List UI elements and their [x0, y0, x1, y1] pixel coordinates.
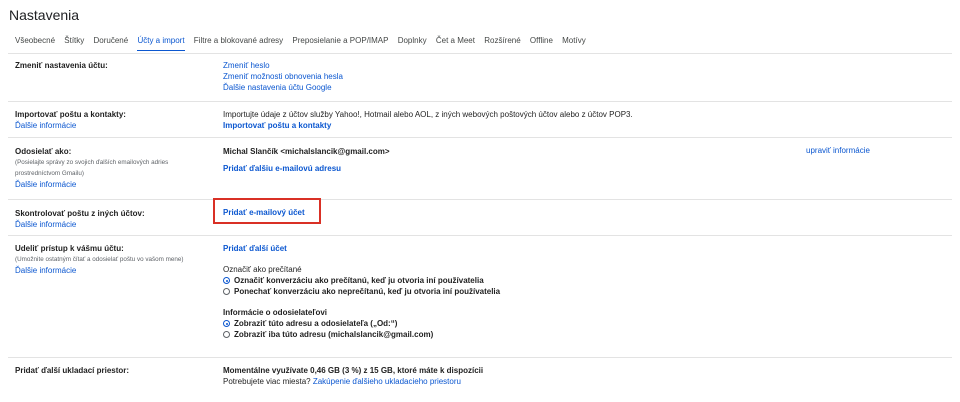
storage-more-prefix: Potrebujete viac miesta? — [223, 377, 311, 386]
grant-access-label: Udeliť prístup k vášmu účtu: (Umožnite o… — [15, 243, 184, 276]
radio-selected-icon[interactable] — [223, 320, 230, 327]
send-as-address: Michal Slančík <michalslancik@gmail.com> — [223, 147, 390, 156]
check-mail-learn-more-link[interactable]: Ďalšie informácie — [15, 219, 145, 230]
add-another-account-link[interactable]: Pridať ďalší účet — [223, 243, 500, 254]
import-mail-contacts-link[interactable]: Importovať poštu a kontakty — [223, 120, 633, 131]
mark-read-title: Označiť ako prečítané — [223, 265, 302, 274]
send-as-content: Michal Slančík <michalslancik@gmail.com>… — [223, 146, 390, 174]
tab-advanced[interactable]: Rozšírené — [484, 36, 520, 45]
storage-more: Potrebujete viac miesta? Zakúpenie ďalši… — [223, 376, 483, 387]
import-label: Importovať poštu a kontakty: Ďalšie info… — [15, 109, 126, 131]
divider — [8, 357, 952, 358]
send-as-sub-1: (Posielajte správy zo svojich ďalších em… — [15, 159, 169, 166]
change-recovery-link[interactable]: Zmeniť možnosti obnovenia hesla — [223, 71, 343, 82]
tab-forwarding[interactable]: Preposielanie a POP/IMAP — [292, 36, 388, 45]
tab-accounts-import[interactable]: Účty a import — [137, 36, 185, 51]
radio-selected-icon[interactable] — [223, 277, 230, 284]
mark-read-option-1-label: Ponechať konverzáciu ako neprečítanú, ke… — [234, 287, 501, 296]
import-learn-more-link[interactable]: Ďalšie informácie — [15, 120, 126, 131]
mark-read-option-0[interactable]: Označiť konverzáciu ako prečítanú, keď j… — [223, 275, 500, 286]
sender-info-option-1[interactable]: Zobraziť iba túto adresu (michalslancik@… — [223, 329, 500, 340]
grant-access-sub: (Umožnite ostatným čítať a odosielať poš… — [15, 256, 184, 263]
highlight-box — [213, 198, 321, 224]
settings-tabs: Všeobecné Štítky Doručené Účty a import … — [15, 36, 593, 51]
tab-addons[interactable]: Doplnky — [398, 36, 427, 45]
grant-access-learn-more-link[interactable]: Ďalšie informácie — [15, 265, 184, 276]
import-description: Importujte údaje z účtov služby Yahoo!, … — [223, 110, 633, 119]
sender-info-option-1-label: Zobraziť iba túto adresu (michalslancik@… — [234, 330, 434, 339]
radio-empty-icon[interactable] — [223, 288, 230, 295]
send-as-learn-more-link[interactable]: Ďalšie informácie — [15, 179, 168, 190]
sender-info-title: Informácie o odosielateľovi — [223, 308, 327, 317]
divider — [8, 235, 952, 236]
grant-access-label-text: Udeliť prístup k vášmu účtu: — [15, 244, 124, 253]
grant-access-content: Pridať ďalší účet Označiť ako prečítané … — [223, 243, 500, 340]
radio-empty-icon[interactable] — [223, 331, 230, 338]
change-account-links: Zmeniť heslo Zmeniť možnosti obnovenia h… — [223, 60, 343, 93]
send-as-label-text: Odosielať ako: — [15, 147, 72, 156]
check-mail-label-text: Skontrolovať poštu z iných účtov: — [15, 209, 145, 218]
tab-inbox[interactable]: Doručené — [94, 36, 129, 45]
tab-labels[interactable]: Štítky — [64, 36, 84, 45]
send-as-sub-2: prostredníctvom Gmailu) — [15, 170, 84, 177]
edit-info-link[interactable]: upraviť informácie — [806, 146, 870, 155]
page-title: Nastavenia — [9, 7, 80, 23]
storage-usage: Momentálne využívate 0,46 GB (3 %) z 15 … — [223, 366, 484, 375]
sender-info-option-0-label: Zobraziť túto adresu a odosielateľa („Od… — [234, 319, 398, 328]
buy-storage-link[interactable]: Zakúpenie ďalšieho ukladacieho priestoru — [313, 377, 461, 386]
send-as-label: Odosielať ako: (Posielajte správy zo svo… — [15, 146, 168, 190]
tab-divider — [8, 53, 952, 54]
storage-content: Momentálne využívate 0,46 GB (3 %) z 15 … — [223, 365, 483, 387]
divider — [8, 101, 952, 102]
import-content: Importujte údaje z účtov služby Yahoo!, … — [223, 109, 633, 131]
tab-offline[interactable]: Offline — [530, 36, 553, 45]
tab-themes[interactable]: Motívy — [562, 36, 586, 45]
add-email-address-link[interactable]: Pridať ďalšiu e-mailovú adresu — [223, 163, 390, 174]
google-account-settings-link[interactable]: Ďalšie nastavenia účtu Google — [223, 82, 343, 93]
change-account-label: Zmeniť nastavenia účtu: — [15, 61, 108, 70]
divider — [8, 199, 952, 200]
storage-label: Pridať ďalší ukladací priestor: — [15, 366, 130, 375]
import-label-text: Importovať poštu a kontakty: — [15, 110, 126, 119]
check-mail-label: Skontrolovať poštu z iných účtov: Ďalšie… — [15, 208, 145, 230]
tab-filters[interactable]: Filtre a blokované adresy — [194, 36, 283, 45]
tab-general[interactable]: Všeobecné — [15, 36, 55, 45]
change-password-link[interactable]: Zmeniť heslo — [223, 60, 343, 71]
divider — [8, 137, 952, 138]
tab-chat-meet[interactable]: Čet a Meet — [436, 36, 475, 45]
sender-info-option-0[interactable]: Zobraziť túto adresu a odosielateľa („Od… — [223, 318, 500, 329]
mark-read-option-1[interactable]: Ponechať konverzáciu ako neprečítanú, ke… — [223, 286, 500, 297]
mark-read-option-0-label: Označiť konverzáciu ako prečítanú, keď j… — [234, 276, 484, 285]
